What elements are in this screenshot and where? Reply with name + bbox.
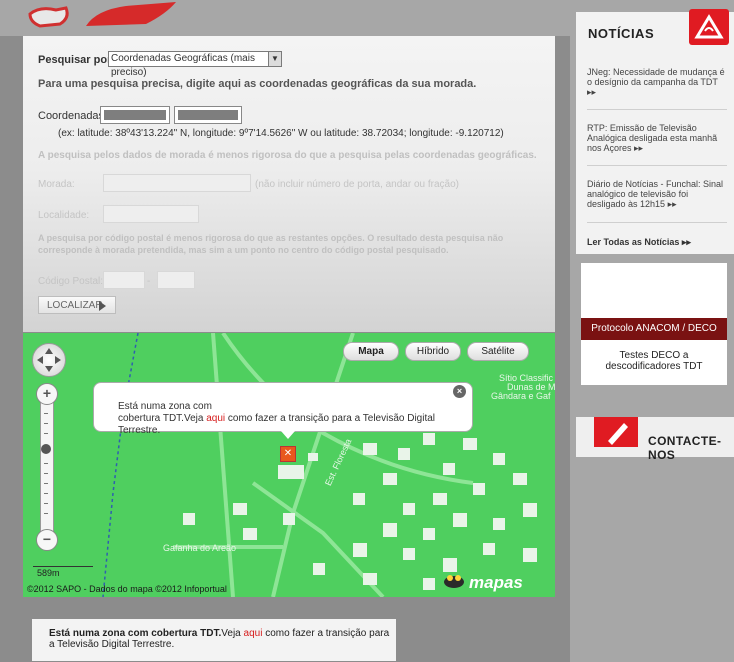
- map-type-mapa[interactable]: Mapa: [343, 342, 399, 361]
- morada-label: Morada:: [38, 179, 75, 190]
- chevron-down-icon: ▼: [268, 52, 281, 66]
- zoom-slider[interactable]: [40, 386, 54, 548]
- news-title: NOTÍCIAS: [588, 26, 655, 41]
- postal-code-separator: -: [147, 276, 151, 287]
- location-marker-icon[interactable]: ✕: [280, 446, 296, 462]
- popup-line-1: Está numa zona com: [118, 401, 212, 412]
- map-copyright: ©2012 SAPO - Dados do mapa ©2012 Infopor…: [27, 584, 227, 594]
- read-all-news-link[interactable]: Ler Todas as Notícias ▸▸: [587, 237, 691, 248]
- close-icon[interactable]: ×: [453, 385, 466, 398]
- coverage-result: Está numa zona com cobertura TDT.Veja aq…: [32, 619, 396, 661]
- mapas-brand: mapas: [469, 573, 523, 592]
- coordinates-label: Coordenadas:: [38, 110, 108, 122]
- postal-note-1: A pesquisa por código postal é menos rig…: [38, 233, 504, 243]
- contact-banner[interactable]: CONTACTE-NOS: [576, 417, 734, 462]
- postal-note-2: corresponde à morada pretendida, mas sim…: [38, 245, 449, 255]
- locate-button[interactable]: LOCALIZAR: [38, 296, 116, 314]
- news-item-1[interactable]: JNeg: Necessidade de mudança é o desígni…: [587, 67, 727, 97]
- result-link[interactable]: aqui: [244, 628, 263, 639]
- pan-arrows-icon: [37, 348, 61, 372]
- coordinates-example: (ex: latitude: 38º43'13.224" N, longitud…: [58, 128, 504, 139]
- localidade-input[interactable]: [103, 205, 199, 223]
- map-background: [102, 333, 537, 597]
- tdt-logo-icon: [689, 9, 729, 45]
- map-type-hibrido[interactable]: Híbrido: [405, 342, 461, 361]
- deco-banner[interactable]: Protocolo ANACOM / DECO Testes DECO a des…: [581, 263, 727, 385]
- postal-code-prefix-input[interactable]: [103, 271, 145, 289]
- search-mode-select[interactable]: Coordenadas Geográficas (mais preciso) ▼: [108, 51, 282, 78]
- popup-link[interactable]: aqui: [206, 413, 225, 424]
- search-panel: Pesquisar por Coordenadas Geográficas (m…: [23, 36, 555, 332]
- contact-pencil-icon: [594, 417, 638, 447]
- top-strip: [0, 0, 570, 36]
- mapas-logo-icon: [444, 575, 464, 588]
- news-item-2[interactable]: RTP: Emissão de Televisão Analógica desl…: [587, 123, 727, 153]
- deco-banner-band: Protocolo ANACOM / DECO: [581, 318, 727, 340]
- coverage-popup: Está numa zona com cobertura TDT.Veja aq…: [93, 382, 473, 436]
- map-scale: 589m: [37, 568, 60, 578]
- zoom-out-button[interactable]: −: [36, 529, 58, 551]
- pan-control[interactable]: [32, 343, 66, 377]
- morada-input[interactable]: [103, 174, 251, 192]
- popup-line-2: cobertura TDT.Veja aqui como fazer a tra…: [118, 413, 436, 436]
- play-arrow-icon: [99, 301, 106, 311]
- map-view[interactable]: + − Mapa Híbrido Satélite Sítio Classifi…: [23, 333, 555, 597]
- address-note: A pesquisa pelos dados de morada é menos…: [38, 150, 537, 161]
- postal-code-label: Código Postal:: [38, 276, 104, 287]
- longitude-input[interactable]: [174, 106, 242, 124]
- intro-text: Para uma pesquisa precisa, digite aqui a…: [38, 78, 477, 90]
- map-type-satelite[interactable]: Satélite: [467, 342, 529, 361]
- news-item-3[interactable]: Diário de Notícias - Funchal: Sinal anal…: [587, 179, 727, 209]
- contact-label: CONTACTE-NOS: [648, 434, 722, 462]
- search-by-label: Pesquisar por: [38, 54, 112, 66]
- morada-hint: (não incluir número de porta, andar ou f…: [255, 179, 460, 190]
- news-box: NOTÍCIAS JNeg: Necessidade de mudança é …: [576, 9, 734, 254]
- right-sidebar: NOTÍCIAS JNeg: Necessidade de mudança é …: [570, 0, 734, 662]
- latitude-input[interactable]: [100, 106, 170, 124]
- map-label-gafanha: Gafanha do Areão: [163, 543, 237, 553]
- portugal-map-logo: [28, 2, 176, 28]
- zoom-handle[interactable]: [41, 444, 51, 454]
- zoom-in-button[interactable]: +: [36, 383, 58, 405]
- deco-banner-text: Testes DECO a descodificadores TDT: [605, 350, 703, 372]
- localidade-label: Localidade:: [38, 210, 90, 221]
- postal-code-suffix-input[interactable]: [157, 271, 195, 289]
- map-label-sitio-3: Gândara e Gaf: [491, 391, 551, 401]
